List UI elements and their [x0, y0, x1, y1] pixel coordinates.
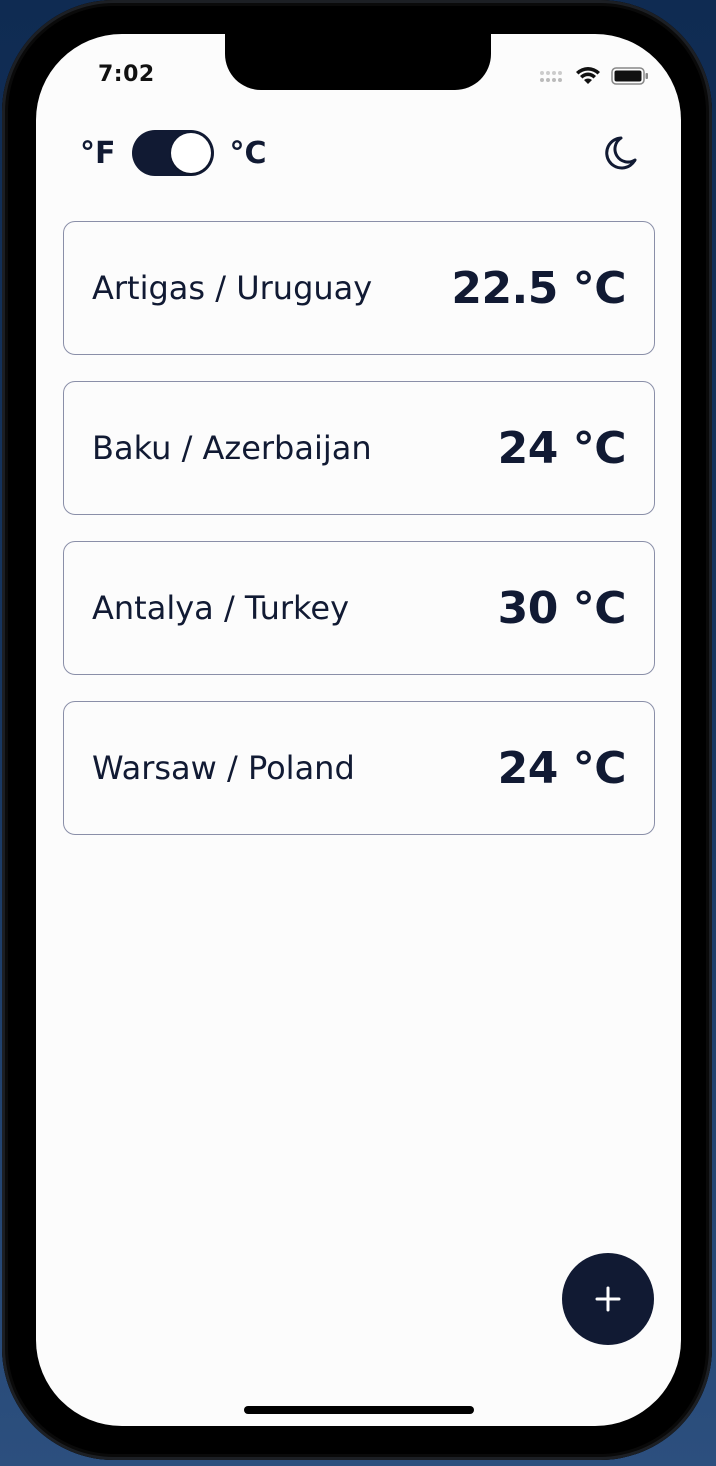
unit-toggle-group: °F °C	[80, 130, 267, 176]
city-temperature: 24 °C	[497, 742, 627, 794]
wifi-icon	[576, 67, 600, 84]
city-card[interactable]: Baku / Azerbaijan 24 °C	[63, 381, 655, 515]
status-icons	[539, 66, 649, 86]
add-city-button[interactable]	[562, 1253, 654, 1345]
city-name: Baku / Azerbaijan	[92, 429, 372, 467]
city-list: Artigas / Uruguay 22.5 °C Baku / Azerbai…	[63, 221, 655, 861]
phone-frame: 7:02 °F °C Artigas / Uruguay 22.5 °C Bak…	[2, 0, 712, 1460]
city-temperature: 30 °C	[497, 582, 627, 634]
city-card[interactable]: Warsaw / Poland 24 °C	[63, 701, 655, 835]
app-screen: 7:02 °F °C Artigas / Uruguay 22.5 °C Bak…	[36, 34, 681, 1426]
battery-icon	[611, 67, 648, 85]
toggle-knob	[170, 133, 211, 173]
city-card[interactable]: Artigas / Uruguay 22.5 °C	[63, 221, 655, 355]
home-indicator[interactable]	[244, 1406, 474, 1414]
fahrenheit-label: °F	[80, 135, 116, 171]
city-name: Artigas / Uruguay	[92, 269, 373, 307]
city-temperature: 22.5 °C	[451, 262, 626, 314]
city-temperature: 24 °C	[497, 422, 627, 474]
city-name: Antalya / Turkey	[92, 589, 350, 627]
city-name: Warsaw / Poland	[92, 749, 355, 787]
cellular-signal-icon	[540, 71, 562, 82]
status-time: 7:02	[98, 62, 155, 87]
plus-icon	[595, 1286, 621, 1312]
celsius-label: °C	[229, 135, 267, 171]
device-notch	[225, 34, 491, 90]
city-card[interactable]: Antalya / Turkey 30 °C	[63, 541, 655, 675]
unit-toggle-switch[interactable]	[131, 130, 214, 176]
moon-icon[interactable]	[599, 134, 639, 174]
